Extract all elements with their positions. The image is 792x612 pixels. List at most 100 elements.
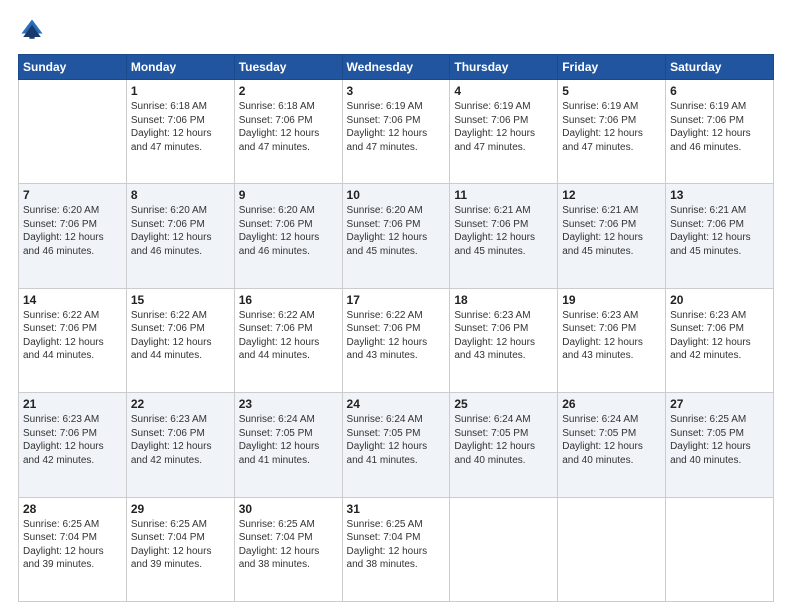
calendar: SundayMondayTuesdayWednesdayThursdayFrid…	[18, 54, 774, 602]
day-info: Sunrise: 6:19 AM Sunset: 7:06 PM Dayligh…	[347, 100, 446, 154]
header	[18, 16, 774, 44]
logo	[18, 16, 50, 44]
calendar-cell: 22Sunrise: 6:23 AM Sunset: 7:06 PM Dayli…	[126, 393, 234, 497]
calendar-cell	[666, 497, 774, 601]
day-number: 3	[347, 84, 446, 98]
calendar-cell: 19Sunrise: 6:23 AM Sunset: 7:06 PM Dayli…	[558, 288, 666, 392]
day-number: 20	[670, 293, 769, 307]
day-number: 12	[562, 188, 661, 202]
weekday-header-thursday: Thursday	[450, 55, 558, 80]
calendar-cell: 11 Sunrise: 6:21 AM Sunset: 7:06 PM Dayli…	[450, 184, 558, 288]
day-info: Sunrise: 6:19 AM Sunset: 7:06 PM Dayligh…	[670, 100, 769, 154]
calendar-cell: 10Sunrise: 6:20 AM Sunset: 7:06 PM Dayli…	[342, 184, 450, 288]
day-number: 14	[23, 293, 122, 307]
calendar-cell: 21 Sunrise: 6:23 AM Sunset: 7:06 PM Dayli…	[19, 393, 127, 497]
day-info: Sunrise: 6:22 AM Sunset: 7:06 PM Dayligh…	[239, 309, 338, 363]
calendar-week-row: 28 Sunrise: 6:25 AM Sunset: 7:04 PM Dayli…	[19, 497, 774, 601]
day-number: 5	[562, 84, 661, 98]
calendar-cell	[558, 497, 666, 601]
calendar-cell: 31 Sunrise: 6:25 AM Sunset: 7:04 PM Dayli…	[342, 497, 450, 601]
day-info: Sunrise: 6:23 AM Sunset: 7:06 PM Dayligh…	[670, 309, 769, 363]
calendar-cell: 25Sunrise: 6:24 AM Sunset: 7:05 PM Dayli…	[450, 393, 558, 497]
day-number: 7	[23, 188, 122, 202]
calendar-week-row: 21 Sunrise: 6:23 AM Sunset: 7:06 PM Dayli…	[19, 393, 774, 497]
day-info: Sunrise: 6:22 AM Sunset: 7:06 PM Dayligh…	[347, 309, 446, 363]
day-info: Sunrise: 6:25 AM Sunset: 7:04 PM Dayligh…	[239, 518, 338, 572]
day-number: 31	[347, 502, 446, 516]
calendar-cell: 30 Sunrise: 6:25 AM Sunset: 7:04 PM Dayli…	[234, 497, 342, 601]
day-number: 21	[23, 397, 122, 411]
day-info: Sunrise: 6:23 AM Sunset: 7:06 PM Dayligh…	[562, 309, 661, 363]
calendar-cell: 7 Sunrise: 6:20 AM Sunset: 7:06 PM Daylig…	[19, 184, 127, 288]
calendar-cell: 28 Sunrise: 6:25 AM Sunset: 7:04 PM Dayli…	[19, 497, 127, 601]
calendar-cell	[19, 80, 127, 184]
calendar-cell: 2 Sunrise: 6:18 AM Sunset: 7:06 PM Daylig…	[234, 80, 342, 184]
calendar-cell: 16 Sunrise: 6:22 AM Sunset: 7:06 PM Dayli…	[234, 288, 342, 392]
day-number: 28	[23, 502, 122, 516]
day-info: Sunrise: 6:25 AM Sunset: 7:05 PM Dayligh…	[670, 413, 769, 467]
day-info: Sunrise: 6:20 AM Sunset: 7:06 PM Dayligh…	[239, 204, 338, 258]
weekday-header-saturday: Saturday	[666, 55, 774, 80]
day-info: Sunrise: 6:20 AM Sunset: 7:06 PM Dayligh…	[23, 204, 122, 258]
page: SundayMondayTuesdayWednesdayThursdayFrid…	[0, 0, 792, 612]
day-number: 16	[239, 293, 338, 307]
day-number: 18	[454, 293, 553, 307]
day-info: Sunrise: 6:20 AM Sunset: 7:06 PM Dayligh…	[131, 204, 230, 258]
day-number: 25	[454, 397, 553, 411]
calendar-cell: 3 Sunrise: 6:19 AM Sunset: 7:06 PM Daylig…	[342, 80, 450, 184]
day-info: Sunrise: 6:21 AM Sunset: 7:06 PM Dayligh…	[670, 204, 769, 258]
day-info: Sunrise: 6:24 AM Sunset: 7:05 PM Dayligh…	[347, 413, 446, 467]
calendar-cell: 18 Sunrise: 6:23 AM Sunset: 7:06 PM Dayli…	[450, 288, 558, 392]
day-info: Sunrise: 6:23 AM Sunset: 7:06 PM Dayligh…	[454, 309, 553, 363]
day-info: Sunrise: 6:25 AM Sunset: 7:04 PM Dayligh…	[131, 518, 230, 572]
calendar-cell: 17 Sunrise: 6:22 AM Sunset: 7:06 PM Dayli…	[342, 288, 450, 392]
calendar-cell: 5 Sunrise: 6:19 AM Sunset: 7:06 PM Daylig…	[558, 80, 666, 184]
calendar-cell: 9 Sunrise: 6:20 AM Sunset: 7:06 PM Daylig…	[234, 184, 342, 288]
calendar-cell: 4Sunrise: 6:19 AM Sunset: 7:06 PM Daylig…	[450, 80, 558, 184]
day-number: 17	[347, 293, 446, 307]
day-number: 24	[347, 397, 446, 411]
day-number: 11	[454, 188, 553, 202]
day-info: Sunrise: 6:18 AM Sunset: 7:06 PM Dayligh…	[131, 100, 230, 154]
calendar-week-row: 7 Sunrise: 6:20 AM Sunset: 7:06 PM Daylig…	[19, 184, 774, 288]
calendar-cell: 6Sunrise: 6:19 AM Sunset: 7:06 PM Daylig…	[666, 80, 774, 184]
day-number: 27	[670, 397, 769, 411]
calendar-cell: 23 Sunrise: 6:24 AM Sunset: 7:05 PM Dayli…	[234, 393, 342, 497]
day-info: Sunrise: 6:24 AM Sunset: 7:05 PM Dayligh…	[239, 413, 338, 467]
day-info: Sunrise: 6:22 AM Sunset: 7:06 PM Dayligh…	[131, 309, 230, 363]
calendar-cell: 8 Sunrise: 6:20 AM Sunset: 7:06 PM Daylig…	[126, 184, 234, 288]
day-info: Sunrise: 6:21 AM Sunset: 7:06 PM Dayligh…	[454, 204, 553, 258]
weekday-header-sunday: Sunday	[19, 55, 127, 80]
weekday-header-friday: Friday	[558, 55, 666, 80]
calendar-week-row: 14 Sunrise: 6:22 AM Sunset: 7:06 PM Dayli…	[19, 288, 774, 392]
day-info: Sunrise: 6:25 AM Sunset: 7:04 PM Dayligh…	[347, 518, 446, 572]
day-number: 8	[131, 188, 230, 202]
calendar-cell: 15 Sunrise: 6:22 AM Sunset: 7:06 PM Dayli…	[126, 288, 234, 392]
day-info: Sunrise: 6:20 AM Sunset: 7:06 PM Dayligh…	[347, 204, 446, 258]
day-number: 23	[239, 397, 338, 411]
day-number: 13	[670, 188, 769, 202]
day-info: Sunrise: 6:23 AM Sunset: 7:06 PM Dayligh…	[23, 413, 122, 467]
calendar-cell: 13 Sunrise: 6:21 AM Sunset: 7:06 PM Dayli…	[666, 184, 774, 288]
day-info: Sunrise: 6:25 AM Sunset: 7:04 PM Dayligh…	[23, 518, 122, 572]
day-info: Sunrise: 6:21 AM Sunset: 7:06 PM Dayligh…	[562, 204, 661, 258]
day-number: 9	[239, 188, 338, 202]
day-info: Sunrise: 6:22 AM Sunset: 7:06 PM Dayligh…	[23, 309, 122, 363]
calendar-cell	[450, 497, 558, 601]
day-number: 15	[131, 293, 230, 307]
day-number: 30	[239, 502, 338, 516]
day-number: 22	[131, 397, 230, 411]
weekday-header-row: SundayMondayTuesdayWednesdayThursdayFrid…	[19, 55, 774, 80]
day-info: Sunrise: 6:18 AM Sunset: 7:06 PM Dayligh…	[239, 100, 338, 154]
day-info: Sunrise: 6:19 AM Sunset: 7:06 PM Dayligh…	[562, 100, 661, 154]
calendar-cell: 29 Sunrise: 6:25 AM Sunset: 7:04 PM Dayli…	[126, 497, 234, 601]
calendar-cell: 1Sunrise: 6:18 AM Sunset: 7:06 PM Daylig…	[126, 80, 234, 184]
calendar-cell: 26Sunrise: 6:24 AM Sunset: 7:05 PM Dayli…	[558, 393, 666, 497]
logo-icon	[18, 16, 46, 44]
weekday-header-monday: Monday	[126, 55, 234, 80]
day-number: 29	[131, 502, 230, 516]
calendar-cell: 14 Sunrise: 6:22 AM Sunset: 7:06 PM Dayli…	[19, 288, 127, 392]
weekday-header-wednesday: Wednesday	[342, 55, 450, 80]
day-number: 4	[454, 84, 553, 98]
day-number: 2	[239, 84, 338, 98]
